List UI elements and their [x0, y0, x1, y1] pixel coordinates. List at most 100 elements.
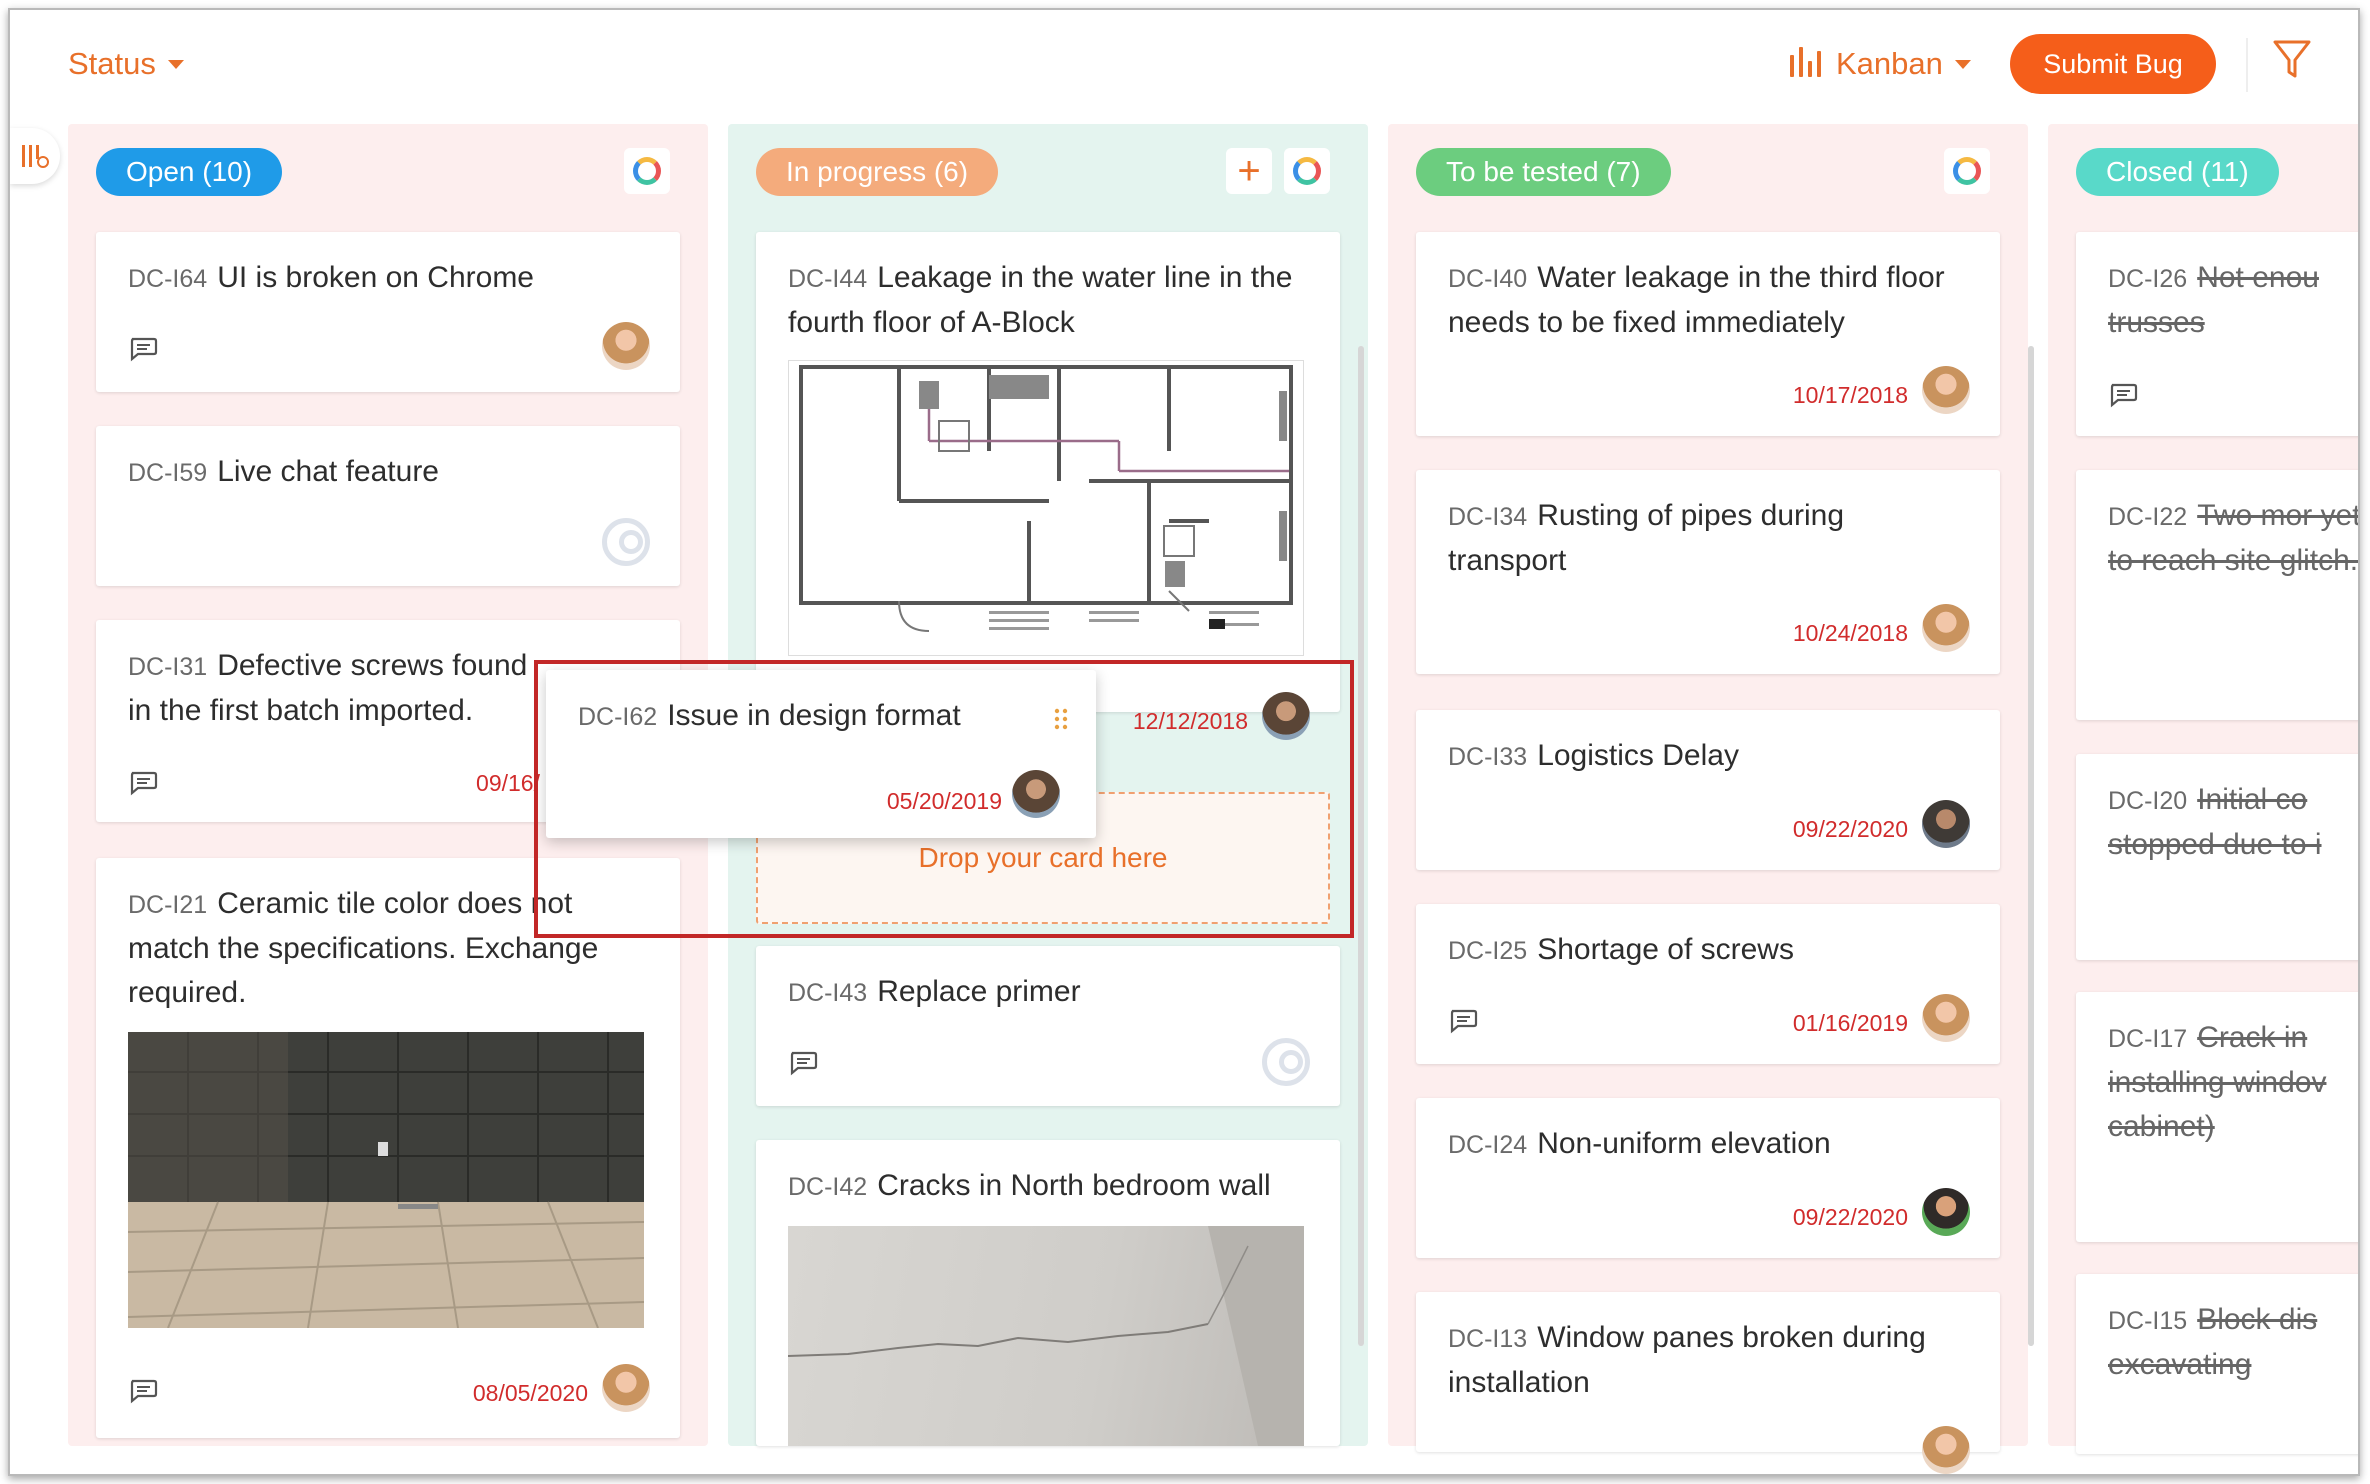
- card-id: DC-I17: [2108, 1025, 2188, 1053]
- due-date: 10/17/2018: [1792, 382, 1908, 408]
- due-date: 08/05/2020: [472, 1380, 588, 1406]
- card-dc-i24[interactable]: DC-I24 Non-uniform elevation 09/22/2020: [1416, 1098, 2000, 1258]
- card-id: DC-I15: [2108, 1307, 2188, 1335]
- card-title: Issue in design format: [667, 699, 961, 732]
- card-id: DC-I33: [1448, 743, 1528, 771]
- card-id: DC-I26: [2108, 265, 2188, 293]
- dragging-card-dc-i62[interactable]: DC-I62 Issue in design format 05/20/2019: [546, 670, 1096, 838]
- add-card-button[interactable]: +: [1226, 148, 1272, 194]
- refresh-button[interactable]: [1284, 148, 1330, 194]
- card-id: DC-I31: [128, 653, 208, 681]
- avatar: [1922, 1188, 1970, 1236]
- chevron-down-icon: [1954, 59, 1971, 69]
- scrollbar-thumb[interactable]: [2028, 346, 2034, 1346]
- comment-icon: [2110, 383, 2138, 408]
- card-id: DC-I40: [1448, 265, 1528, 293]
- status-dropdown-label: Status: [68, 46, 156, 81]
- card-dc-i43[interactable]: DC-I43 Replace primer: [756, 946, 1340, 1106]
- card-id: DC-I64: [128, 265, 208, 293]
- refresh-ring-icon: [633, 157, 661, 185]
- scrollbar-thumb[interactable]: [1358, 346, 1364, 1346]
- card-image: [788, 1226, 1304, 1446]
- top-bar: Status Kanban Submit Bug: [10, 10, 2358, 122]
- card-dc-i44[interactable]: DC-I44 Leakage in the water line in the f…: [756, 232, 1340, 740]
- card-id: DC-I20: [2108, 787, 2188, 815]
- card-dc-i26[interactable]: DC-I26 Not enou trusses: [2076, 232, 2358, 436]
- card-dc-i13[interactable]: DC-I13 Window panes broken during install…: [1416, 1292, 2000, 1474]
- card-id: DC-I24: [1448, 1131, 1528, 1159]
- due-date: 09/22/2020: [1792, 1204, 1908, 1230]
- card-dc-i25[interactable]: DC-I25 Shortage of screws 01/16/2019: [1416, 904, 2000, 1064]
- card-dc-i20[interactable]: DC-I20 Initial co stopped due to i: [2076, 754, 2358, 960]
- avatar: [1012, 770, 1060, 818]
- avatar-placeholder: [1262, 1038, 1310, 1086]
- avatar: [1922, 994, 1970, 1042]
- toolbar-divider: [2246, 38, 2248, 92]
- refresh-ring-icon: [1293, 157, 1321, 185]
- comment-icon: [130, 771, 158, 796]
- card-image: [128, 1032, 644, 1328]
- card-id: DC-I43: [788, 979, 868, 1007]
- comment-icon: [790, 1051, 818, 1076]
- avatar: [1922, 1426, 1970, 1474]
- columns-toggle-button[interactable]: [10, 128, 60, 184]
- card-title: Cracks in North bedroom wall: [877, 1169, 1271, 1202]
- column-closed: Closed (11) DC-I26 Not enou trusses DC-I2…: [2048, 124, 2358, 1454]
- card-id: DC-I34: [1448, 503, 1528, 531]
- card-title: Shortage of screws: [1537, 933, 1794, 966]
- card-dc-i22[interactable]: DC-I22 Two mor yet to reach site glitch.: [2076, 470, 2358, 720]
- columns-icon: [22, 145, 49, 168]
- view-switcher-label: Kanban: [1836, 46, 1943, 81]
- card-dc-i21[interactable]: DC-I21 Ceramic tile color does not match …: [96, 858, 680, 1438]
- card-title: Non-uniform elevation: [1537, 1127, 1831, 1160]
- card-image: [788, 360, 1304, 656]
- avatar: [1922, 800, 1970, 848]
- due-date: 09/16/: [476, 770, 540, 796]
- due-date: 10/24/2018: [1792, 620, 1908, 646]
- submit-bug-button[interactable]: Submit Bug: [2010, 34, 2216, 94]
- scrollbar[interactable]: [2028, 346, 2034, 1346]
- avatar: [602, 1364, 650, 1412]
- card-id: DC-I44: [788, 265, 868, 293]
- refresh-ring-icon: [1953, 157, 1981, 185]
- card-dc-i40[interactable]: DC-I40 Water leakage in the third floor n…: [1416, 232, 2000, 436]
- comment-icon: [130, 337, 158, 362]
- card-id: DC-I25: [1448, 937, 1528, 965]
- avatar-placeholder: [602, 518, 650, 566]
- comment-icon: [1450, 1009, 1478, 1034]
- card-dc-i59[interactable]: DC-I59 Live chat feature: [96, 426, 680, 586]
- comment-icon: [130, 1379, 158, 1404]
- due-date: 12/12/2018: [1132, 708, 1248, 734]
- drag-handle-icon[interactable]: [1054, 708, 1068, 730]
- card-dc-i33[interactable]: DC-I33 Logistics Delay 09/22/2020: [1416, 710, 2000, 870]
- avatar: [1922, 604, 1970, 652]
- column-header-to-be-tested: To be tested (7): [1416, 148, 1671, 196]
- card-dc-i15[interactable]: DC-I15 Block dis excavating: [2076, 1274, 2358, 1454]
- scrollbar[interactable]: [1358, 346, 1364, 1346]
- refresh-button[interactable]: [624, 148, 670, 194]
- card-title: Replace primer: [877, 975, 1081, 1008]
- avatar: [1922, 366, 1970, 414]
- card-dc-i34[interactable]: DC-I34 Rusting of pipes during transport …: [1416, 470, 2000, 674]
- card-dc-i42[interactable]: DC-I42 Cracks in North bedroom wall: [756, 1140, 1340, 1446]
- avatar: [602, 322, 650, 370]
- status-dropdown[interactable]: Status: [68, 46, 184, 82]
- card-id: DC-I59: [128, 459, 208, 487]
- view-switcher[interactable]: Kanban: [1788, 46, 1971, 82]
- column-header-open: Open (10): [96, 148, 283, 196]
- filter-icon[interactable]: [2272, 38, 2312, 82]
- card-dc-i17[interactable]: DC-I17 Crack in installing windov cabinet…: [2076, 992, 2358, 1242]
- column-header-in-progress: In progress (6): [756, 148, 999, 196]
- card-title: UI is broken on Chrome: [217, 261, 534, 294]
- card-id: DC-I13: [1448, 1325, 1528, 1353]
- due-date: 01/16/2019: [1792, 1010, 1908, 1036]
- due-date: 09/22/2020: [1792, 816, 1908, 842]
- card-title: Live chat feature: [217, 455, 439, 488]
- avatar: [1262, 692, 1310, 740]
- card-id: DC-I22: [2108, 503, 2188, 531]
- card-dc-i64[interactable]: DC-I64 UI is broken on Chrome: [96, 232, 680, 392]
- column-header-closed: Closed (11): [2076, 148, 2279, 196]
- refresh-button[interactable]: [1944, 148, 1990, 194]
- column-to-be-tested: To be tested (7) DC-I40 Water leakage in …: [1388, 124, 2034, 1474]
- card-title: Logistics Delay: [1537, 739, 1739, 772]
